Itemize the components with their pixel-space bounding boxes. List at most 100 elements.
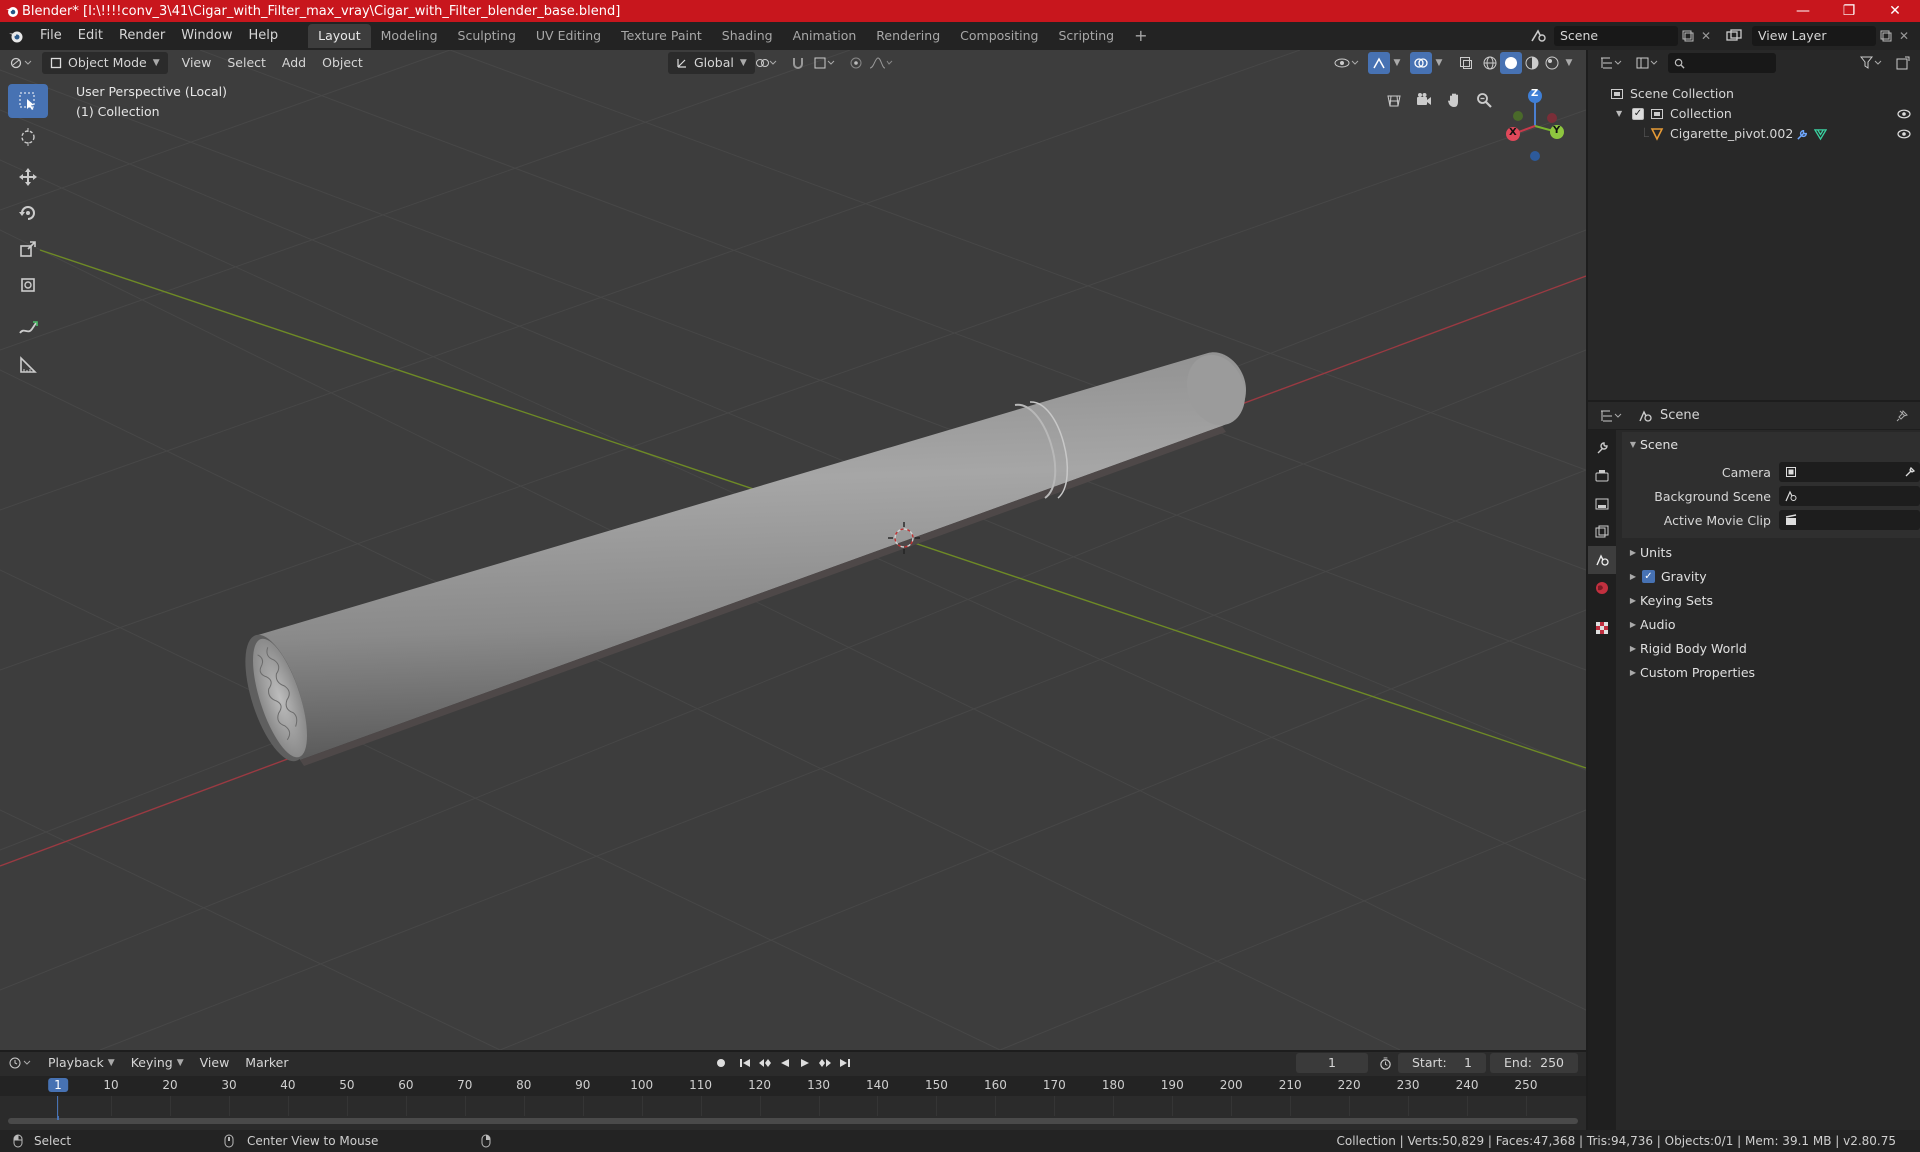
start-frame-field[interactable]: Start: 1 <box>1398 1053 1486 1073</box>
timeline-scrollbar[interactable] <box>8 1118 1578 1124</box>
background-scene-field[interactable] <box>1778 486 1920 506</box>
xray-toggle-icon[interactable] <box>1456 54 1476 72</box>
timeline-editor-type-icon[interactable] <box>0 1053 40 1073</box>
visibility-selectability-icon[interactable] <box>1330 54 1364 72</box>
units-panel-header[interactable]: ▶ Units <box>1622 540 1920 564</box>
object-visibility-eye-icon[interactable] <box>1896 124 1912 144</box>
material-shading-icon[interactable] <box>1522 54 1542 72</box>
tab-animation[interactable]: Animation <box>783 24 867 48</box>
timeline-view-menu[interactable]: View <box>192 1052 238 1074</box>
play-button[interactable] <box>796 1054 814 1072</box>
properties-editor-type-icon[interactable] <box>1596 406 1626 426</box>
marker-menu[interactable]: Marker <box>237 1052 296 1074</box>
outliner-row-object[interactable]: ⎿ Cigarette_pivot.002 <box>1588 124 1920 144</box>
eyedropper-icon[interactable] <box>1904 466 1916 478</box>
close-button[interactable]: ✕ <box>1872 0 1918 22</box>
scene-panel-header[interactable]: ▼ Scene <box>1622 432 1920 456</box>
mesh-data-icon[interactable] <box>1812 124 1828 144</box>
outliner-search-input[interactable] <box>1668 53 1776 73</box>
camera-field[interactable] <box>1778 462 1920 482</box>
tool-settings-tab-icon[interactable] <box>1588 434 1616 462</box>
outliner-row-scene-collection[interactable]: Scene Collection <box>1588 84 1920 104</box>
camera-view-icon[interactable] <box>1412 88 1436 112</box>
scene-browse-icon[interactable] <box>1526 26 1552 46</box>
keying-sets-panel-header[interactable]: ▶ Keying Sets <box>1622 588 1920 612</box>
pivot-point-icon[interactable] <box>752 54 780 72</box>
world-tab-icon[interactable] <box>1588 574 1616 602</box>
menu-help[interactable]: Help <box>241 22 287 50</box>
blender-menu-icon[interactable] <box>0 28 32 44</box>
timeline-track[interactable] <box>0 1096 1586 1126</box>
record-button[interactable] <box>712 1054 730 1072</box>
pin-icon[interactable] <box>1894 408 1910 424</box>
outliner-row-collection[interactable]: ▼ ✓ Collection <box>1588 104 1920 124</box>
playback-menu[interactable]: Playback ▼ <box>40 1052 123 1074</box>
tab-layout[interactable]: Layout <box>308 24 371 48</box>
current-frame-field[interactable]: 1 <box>1296 1053 1368 1073</box>
proportional-edit-icon[interactable] <box>846 54 866 72</box>
gravity-checkbox[interactable]: ✓ <box>1642 569 1655 583</box>
menu-file[interactable]: File <box>32 22 70 50</box>
keying-menu[interactable]: Keying ▼ <box>123 1052 192 1074</box>
tab-compositing[interactable]: Compositing <box>950 24 1048 48</box>
select-box-tool[interactable] <box>8 84 48 118</box>
new-collection-icon[interactable] <box>1892 53 1914 73</box>
scene-field[interactable]: Scene <box>1554 26 1678 46</box>
tab-sculpting[interactable]: Sculpting <box>448 24 526 48</box>
navigation-gizmo[interactable]: Z Y X <box>1500 86 1570 166</box>
output-tab-icon[interactable] <box>1588 490 1616 518</box>
modifier-wrench-icon[interactable] <box>1794 124 1810 144</box>
view-layer-icon[interactable] <box>1722 26 1748 46</box>
rendered-shading-icon[interactable] <box>1542 54 1562 72</box>
cursor-tool[interactable] <box>8 120 48 154</box>
tab-scripting[interactable]: Scripting <box>1049 24 1125 48</box>
measure-tool[interactable] <box>8 348 48 382</box>
minimize-button[interactable]: — <box>1780 0 1826 22</box>
viewport-menu-select[interactable]: Select <box>219 52 274 74</box>
overlays-dropdown-icon[interactable]: ▼ <box>1432 54 1446 72</box>
outliner-editor-type-icon[interactable] <box>1596 53 1626 73</box>
expand-triangle-icon[interactable]: ▼ <box>1616 104 1628 124</box>
editor-type-icon[interactable] <box>0 52 42 74</box>
custom-properties-panel-header[interactable]: ▶ Custom Properties <box>1622 660 1920 684</box>
end-frame-field[interactable]: End: 250 <box>1490 1053 1578 1073</box>
wireframe-shading-icon[interactable] <box>1480 54 1500 72</box>
collection-checkbox[interactable]: ✓ <box>1632 108 1644 120</box>
tab-texture-paint[interactable]: Texture Paint <box>611 24 712 48</box>
scene-tab-icon[interactable] <box>1588 546 1616 574</box>
view-layer-tab-icon[interactable] <box>1588 518 1616 546</box>
display-mode-icon[interactable] <box>1632 53 1662 73</box>
falloff-icon[interactable] <box>866 54 896 72</box>
stopwatch-icon[interactable] <box>1376 1054 1394 1072</box>
gizmo-dropdown-icon[interactable]: ▼ <box>1390 54 1404 72</box>
jump-start-button[interactable] <box>736 1054 754 1072</box>
gizmo-toggle-icon[interactable] <box>1368 52 1390 74</box>
annotate-tool[interactable] <box>8 312 48 346</box>
viewport-menu-add[interactable]: Add <box>274 52 314 74</box>
active-movie-clip-field[interactable] <box>1778 510 1920 530</box>
snap-target-icon[interactable] <box>810 54 838 72</box>
audio-panel-header[interactable]: ▶ Audio <box>1622 612 1920 636</box>
view-layer-field[interactable]: View Layer <box>1752 26 1876 46</box>
transform-orientation-dropdown[interactable]: Global ▼ <box>668 52 755 74</box>
pan-view-icon[interactable] <box>1442 88 1466 112</box>
zoom-view-icon[interactable] <box>1472 88 1496 112</box>
jump-end-button[interactable] <box>836 1054 854 1072</box>
timeline-ruler[interactable]: 1 10 20 30 40 50 60 70 80 90 100 110 120 130 140 150 160… <box>0 1076 1586 1096</box>
menu-render[interactable]: Render <box>111 22 173 50</box>
scale-tool[interactable] <box>8 232 48 266</box>
3d-viewport[interactable] <box>0 50 1586 1050</box>
texture-tab-icon[interactable] <box>1588 614 1616 642</box>
rotate-tool[interactable] <box>8 196 48 230</box>
remove-scene-icon[interactable]: ✕ <box>1698 28 1714 44</box>
tab-rendering[interactable]: Rendering <box>866 24 950 48</box>
render-tab-icon[interactable] <box>1588 462 1616 490</box>
solid-shading-icon[interactable] <box>1500 52 1522 74</box>
viewport-menu-object[interactable]: Object <box>314 52 371 74</box>
transform-tool[interactable] <box>8 268 48 302</box>
overlays-toggle-icon[interactable] <box>1410 52 1432 74</box>
play-reverse-button[interactable] <box>776 1054 794 1072</box>
snap-icon[interactable] <box>788 54 808 72</box>
viewport-menu-view[interactable]: View <box>174 52 220 74</box>
remove-view-layer-icon[interactable]: ✕ <box>1896 28 1912 44</box>
